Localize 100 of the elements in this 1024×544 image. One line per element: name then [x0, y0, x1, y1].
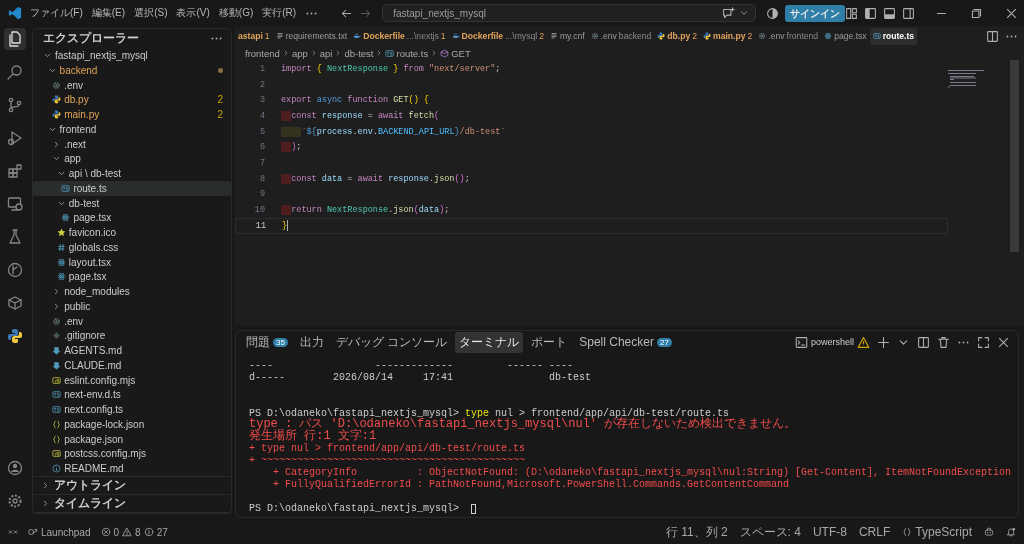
panel-bottom-icon[interactable] [883, 6, 896, 20]
tree-item[interactable]: page.tsx [33, 269, 231, 285]
panel-tab[interactable]: ポート [527, 331, 572, 353]
breadcrumb-item[interactable]: db-test [344, 47, 374, 59]
tree-item[interactable]: .env [33, 77, 231, 93]
tree-item[interactable]: AGENTS.md [33, 343, 231, 358]
trash-icon[interactable] [937, 335, 950, 349]
tree-item[interactable]: package.json [33, 431, 231, 447]
menu-item[interactable]: 表示(V) [176, 6, 210, 20]
tree-item[interactable]: next-env.d.ts [33, 387, 231, 403]
tree-item[interactable]: node_modules [33, 284, 231, 299]
tree-item[interactable]: public [33, 299, 231, 314]
editor-tab[interactable]: route.ts [869, 27, 918, 45]
half-circle-icon[interactable] [766, 6, 779, 20]
section-header[interactable]: アウトライン [33, 477, 231, 495]
code-line: const data = await response.json(); [281, 173, 470, 184]
tree-item[interactable]: app [33, 151, 231, 167]
close-icon[interactable] [1005, 6, 1018, 20]
tree-item[interactable]: backend [33, 63, 231, 78]
editor-tab[interactable]: Dockerfile ...\nextjs 1 [350, 27, 449, 45]
command-center[interactable]: fastapi_nextjs_mysql [382, 4, 756, 22]
panel-tab[interactable]: デバッグ コンソール [331, 331, 452, 353]
caret-icon[interactable] [739, 8, 749, 18]
tree-item[interactable]: fastapi_nextjs_mysql [33, 48, 231, 63]
launchpad-button[interactable]: Launchpad [28, 526, 91, 538]
editor-tab[interactable]: main.py 2 [700, 27, 756, 45]
tree-item[interactable]: globals.css [33, 240, 231, 255]
files-icon[interactable] [4, 28, 26, 50]
layout-icon[interactable] [845, 6, 858, 20]
tree-item[interactable]: favicon.ico [33, 225, 231, 240]
menu-item[interactable]: 移動(G) [218, 6, 254, 20]
close-icon[interactable] [997, 335, 1010, 349]
problems-button[interactable]: 0 8 27 [100, 526, 168, 538]
restore-icon[interactable] [970, 6, 983, 20]
terminal-line: + FullyQualifiedErrorId : PathNotFound,Microsoft.PowerShell.Commands.GetContentCommand [272, 478, 790, 491]
tree-item[interactable]: main.py 2 [33, 107, 231, 122]
tree-item[interactable]: .gitignore [33, 328, 231, 344]
maximize-icon[interactable] [977, 335, 990, 349]
plus-icon[interactable] [877, 335, 890, 349]
editor-tab[interactable]: requirements.txt [272, 27, 351, 45]
terminal-selector[interactable]: powershell [794, 335, 870, 349]
cursor-position[interactable]: 行 11、列 2 [665, 523, 728, 541]
tree-item[interactable]: .next [33, 136, 231, 152]
tree-item[interactable]: postcss.config.mjs [33, 446, 231, 462]
line-ending-setting[interactable]: CRLF [858, 525, 891, 539]
indentation-setting[interactable]: スペース: 4 [739, 523, 801, 541]
editor-tab[interactable]: db.py 2 [654, 27, 701, 45]
panel-tab[interactable]: ターミナル [455, 331, 524, 353]
editor-tab[interactable]: Dockerfile ...\mysql 2 [448, 27, 547, 45]
menu-item[interactable]: 選択(S) [134, 6, 168, 20]
editor-tab[interactable]: page.tsx [821, 27, 870, 45]
scrollbar-thumb[interactable] [1010, 60, 1019, 252]
sidebar-right-icon[interactable] [902, 6, 915, 20]
tree-item[interactable]: db-test [33, 195, 231, 211]
menu-item[interactable]: ファイル(F) [30, 6, 83, 20]
count-badge: 27 [656, 337, 672, 347]
bell-icon[interactable] [1006, 527, 1016, 537]
chat-icon[interactable] [722, 6, 735, 20]
braces-icon [52, 434, 62, 444]
editor-tab[interactable]: my.cnf [546, 27, 588, 45]
tree-item[interactable]: .env [33, 313, 231, 329]
panel-tab[interactable]: 問題 35 [242, 331, 292, 353]
menu-item[interactable]: 実行(R) [262, 6, 297, 20]
editor-tab[interactable]: astapi 1 [235, 27, 273, 45]
gear-icon [590, 32, 599, 40]
tree-item[interactable]: route.ts [33, 181, 231, 196]
gear-icon [52, 80, 62, 90]
tree-item[interactable]: api \ db-test [33, 166, 231, 181]
tree-item[interactable]: layout.tsx [33, 254, 231, 270]
robot-icon[interactable] [984, 527, 994, 537]
sign-in-button[interactable]: サインイン [785, 4, 845, 22]
panel-tab[interactable]: 出力 [295, 331, 328, 353]
breadcrumb-item[interactable]: frontend [245, 47, 280, 59]
breadcrumb-item[interactable]: api [319, 47, 333, 59]
encoding-setting[interactable]: UTF-8 [812, 525, 847, 539]
warning-icon [857, 335, 870, 349]
editor-tab[interactable]: .env backend [587, 27, 655, 45]
sidebar-left-icon[interactable] [864, 6, 877, 20]
tree-item[interactable]: next.config.ts [33, 402, 231, 417]
split-editor-icon[interactable] [917, 335, 930, 349]
panel-title: エクスプローラー [43, 30, 139, 48]
tree-item[interactable]: page.tsx [33, 210, 231, 226]
editor-tab[interactable]: .env frontend [755, 27, 822, 45]
panel-tab[interactable]: Spell Checker 27 [575, 333, 676, 351]
split-editor-icon[interactable] [986, 29, 999, 43]
language-mode[interactable]: TypeScript [902, 525, 972, 539]
tree-item[interactable]: db.py 2 [33, 92, 231, 108]
tree-item[interactable]: README.md [33, 461, 231, 476]
tree-item[interactable]: package-lock.json [33, 417, 231, 432]
tree-item[interactable]: frontend [33, 122, 231, 137]
remote-icon[interactable] [8, 527, 18, 537]
breadcrumb-item[interactable]: route.ts [385, 47, 429, 59]
tree-item[interactable]: eslint.config.mjs [33, 372, 231, 388]
cube-icon [440, 48, 450, 58]
breadcrumb-item[interactable]: app [291, 47, 308, 59]
line-number: 10 [253, 205, 265, 216]
menu-item[interactable]: 編集(E) [91, 6, 126, 20]
section-header[interactable]: タイムライン [33, 495, 231, 513]
breadcrumb-item[interactable]: GET [440, 47, 471, 59]
tree-item[interactable]: CLAUDE.md [33, 358, 231, 373]
